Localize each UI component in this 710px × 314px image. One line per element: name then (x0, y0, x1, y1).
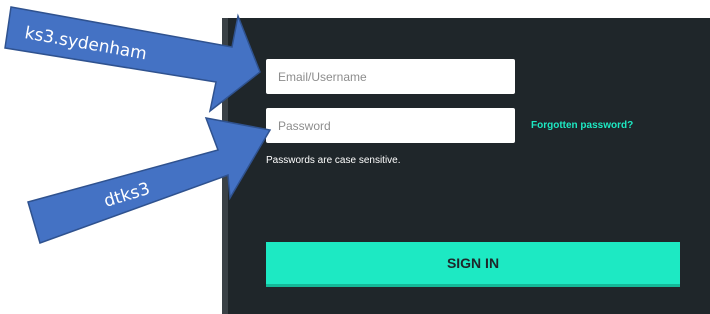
case-sensitive-hint: Passwords are case sensitive. (266, 155, 401, 166)
password-field[interactable] (266, 108, 515, 143)
sign-in-button[interactable]: SIGN IN (266, 242, 680, 287)
username-annotation-text: ks3.sydenham (23, 23, 148, 64)
password-annotation-text: dtks3 (102, 179, 153, 212)
email-field[interactable] (266, 59, 515, 94)
forgot-password-link[interactable]: Forgotten password? (531, 120, 633, 131)
